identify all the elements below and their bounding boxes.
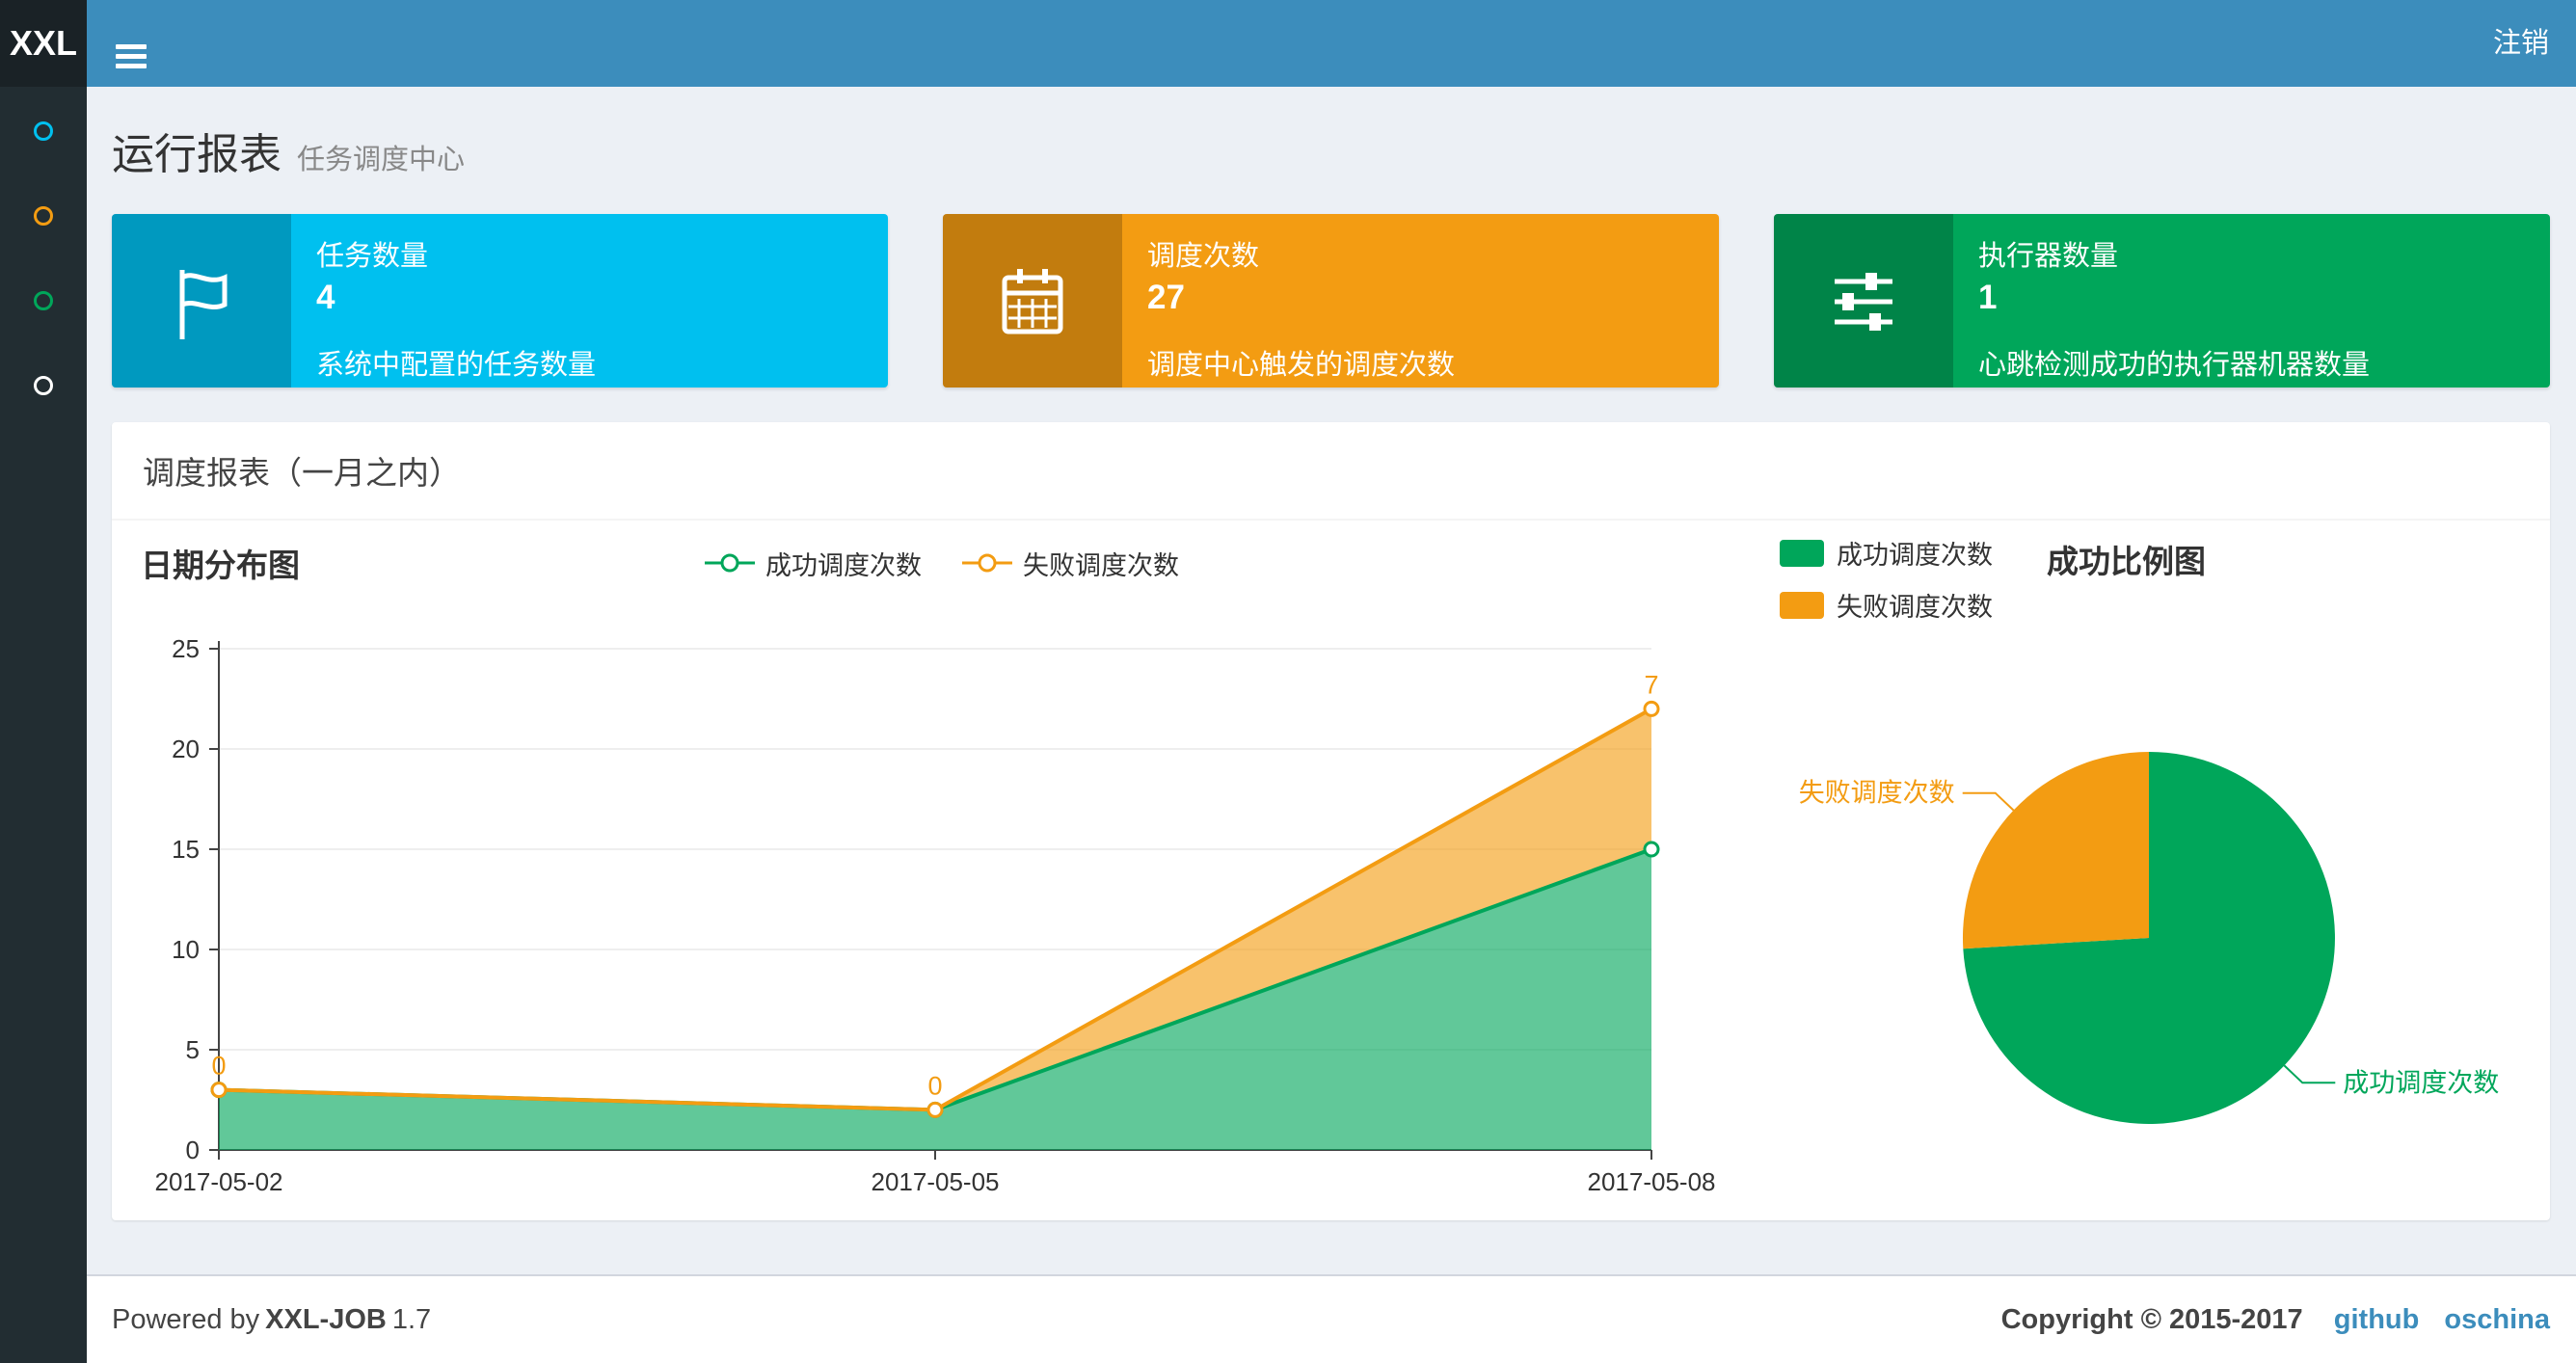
circle-icon bbox=[34, 376, 53, 395]
top-navbar: XXL 注销 bbox=[0, 0, 2576, 87]
date-distribution-chart: 日期分布图 成功调度次数 失败调度次数 0 5 10 15 20 25 2017-05-02 2… bbox=[141, 534, 1741, 1218]
copyright-text: Copyright © 2015-2017 bbox=[2000, 1303, 2303, 1335]
info-box-label: 任务数量 bbox=[316, 241, 429, 272]
legend-item[interactable]: 失败调度次数 bbox=[1780, 586, 1993, 624]
circle-icon bbox=[34, 291, 53, 310]
legend-item[interactable]: 成功调度次数 bbox=[1780, 534, 1993, 572]
page-title-text: 运行报表 bbox=[112, 131, 282, 178]
panel-title: 调度报表（一月之内） bbox=[112, 422, 2550, 521]
svg-text:2017-05-08: 2017-05-08 bbox=[1588, 1167, 1716, 1196]
oschina-link[interactable]: oschina bbox=[2444, 1304, 2550, 1335]
page-subtitle: 任务调度中心 bbox=[297, 145, 466, 175]
pie-chart-legend: 成功调度次数 失败调度次数 bbox=[1780, 534, 1993, 624]
flag-icon bbox=[112, 214, 291, 388]
info-box-number: 4 bbox=[316, 279, 335, 316]
info-box-triggers: 调度次数 27 调度中心触发的调度次数 bbox=[943, 214, 1719, 388]
svg-text:15: 15 bbox=[172, 835, 200, 864]
page-title: 运行报表 任务调度中心 bbox=[112, 120, 2550, 181]
svg-text:7: 7 bbox=[1644, 670, 1658, 699]
calendar-icon bbox=[943, 214, 1122, 388]
svg-text:20: 20 bbox=[172, 735, 200, 763]
sidebar bbox=[0, 87, 87, 1363]
pie-chart-title: 成功比例图 bbox=[2047, 544, 2206, 579]
logout-link[interactable]: 注销 bbox=[2466, 0, 2576, 87]
info-box-description: 调度中心触发的调度次数 bbox=[1147, 350, 1456, 381]
line-chart: 05101520252017-05-02 2017-05-05 2017-05-08… bbox=[155, 634, 1716, 1196]
svg-text:0: 0 bbox=[927, 1071, 942, 1100]
hamburger-icon bbox=[116, 43, 147, 49]
info-box-description: 心跳检测成功的执行器机器数量 bbox=[1978, 350, 2371, 381]
product-name: XXL-JOB bbox=[265, 1303, 387, 1335]
svg-text:失败调度次数: 失败调度次数 bbox=[1799, 779, 1955, 808]
svg-text:5: 5 bbox=[186, 1035, 200, 1064]
circle-icon bbox=[34, 206, 53, 226]
legend-item[interactable]: 成功调度次数 bbox=[703, 545, 922, 582]
copyright: Copyright © 2015-2017 github oschina bbox=[1996, 1304, 2550, 1336]
info-box-number: 1 bbox=[1978, 279, 1998, 316]
footer: Powered by XXL-JOB 1.7 Copyright © 2015-20… bbox=[87, 1274, 2576, 1363]
svg-text:0: 0 bbox=[186, 1136, 200, 1164]
circle-icon bbox=[34, 121, 53, 141]
sidebar-toggle-button[interactable] bbox=[87, 0, 175, 87]
info-box-label: 调度次数 bbox=[1147, 241, 1260, 272]
main-content: 运行报表 任务调度中心 任务数量 4 系统中配置的任务数量 调度次数 27 调度… bbox=[87, 87, 2576, 1274]
sidebar-item-executor-manage[interactable] bbox=[0, 343, 87, 428]
svg-text:0: 0 bbox=[211, 1052, 226, 1081]
success-ratio-chart: 成功调度次数 失败调度次数 成功比例图 成功调度次数 失败调度次数 bbox=[1780, 534, 2551, 1218]
app-logo[interactable]: XXL bbox=[0, 0, 87, 87]
info-box-number: 27 bbox=[1147, 279, 1185, 316]
info-box-label: 执行器数量 bbox=[1978, 241, 2119, 272]
sliders-icon bbox=[1774, 214, 1953, 388]
svg-text:25: 25 bbox=[172, 634, 200, 663]
sidebar-item-job-log[interactable] bbox=[0, 258, 87, 343]
svg-text:2017-05-02: 2017-05-02 bbox=[155, 1167, 283, 1196]
product-version: 1.7 bbox=[391, 1303, 432, 1335]
svg-text:成功调度次数: 成功调度次数 bbox=[2343, 1068, 2499, 1097]
svg-text:2017-05-05: 2017-05-05 bbox=[872, 1167, 1000, 1196]
info-box-tasks: 任务数量 4 系统中配置的任务数量 bbox=[112, 214, 888, 388]
sidebar-item-job-manage[interactable] bbox=[0, 174, 87, 258]
svg-text:10: 10 bbox=[172, 935, 200, 964]
github-link[interactable]: github bbox=[2334, 1304, 2420, 1335]
schedule-report-panel: 调度报表（一月之内） 日期分布图 成功调度次数 失败调度次数 0 5 10 15 20 25… bbox=[112, 422, 2550, 1220]
content-header: 运行报表 任务调度中心 bbox=[87, 87, 2576, 181]
info-box-description: 系统中配置的任务数量 bbox=[316, 350, 597, 381]
info-box-row: 任务数量 4 系统中配置的任务数量 调度次数 27 调度中心触发的调度次数 执行… bbox=[87, 181, 2576, 388]
line-chart-legend: 成功调度次数 失败调度次数 bbox=[141, 545, 1741, 582]
pie-chart: 成功调度次数 失败调度次数 bbox=[1799, 752, 2499, 1124]
legend-item[interactable]: 失败调度次数 bbox=[960, 545, 1179, 582]
info-box-executors: 执行器数量 1 心跳检测成功的执行器机器数量 bbox=[1774, 214, 2550, 388]
powered-by: Powered by XXL-JOB 1.7 bbox=[112, 1303, 432, 1335]
sidebar-item-dashboard[interactable] bbox=[0, 89, 87, 174]
